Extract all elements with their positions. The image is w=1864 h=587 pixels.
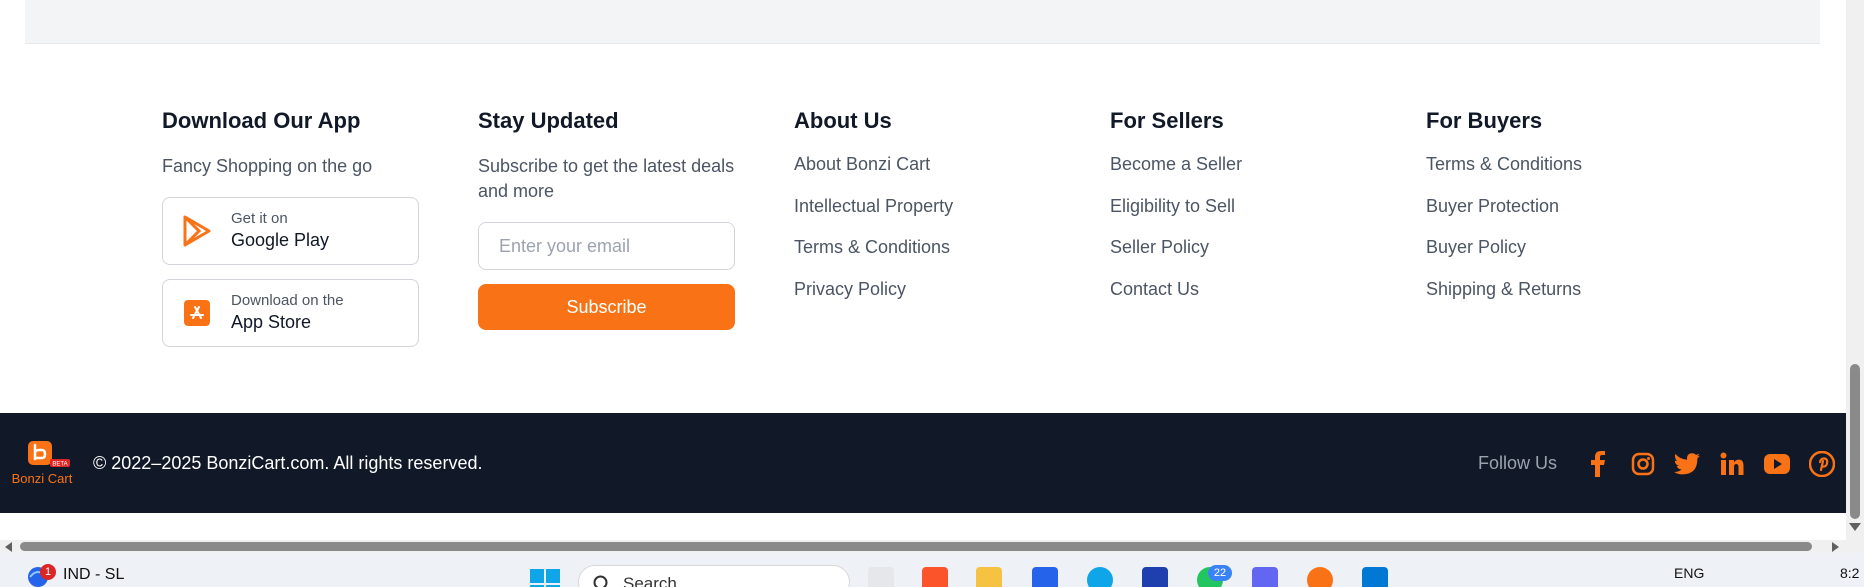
vertical-scrollbar[interactable]	[1846, 0, 1864, 540]
content-strip	[25, 0, 1820, 44]
scroll-down-arrow-icon[interactable]	[1849, 523, 1861, 531]
browser-viewport: Download Our App Fancy Shopping on the g…	[0, 0, 1846, 540]
newsletter-subtitle: Subscribe to get the latest deals and mo…	[478, 156, 735, 201]
instagram-icon[interactable]	[1629, 450, 1657, 478]
link-eligibility[interactable]: Eligibility to Sell	[1110, 196, 1235, 216]
subscribe-button[interactable]: Subscribe	[478, 284, 735, 330]
buyers-title: For Buyers	[1426, 108, 1543, 133]
newsletter-column: Stay Updated Subscribe to get the latest…	[478, 106, 778, 330]
vertical-scroll-thumb[interactable]	[1850, 364, 1860, 519]
facebook-icon[interactable]	[1584, 450, 1612, 478]
link-contact-us[interactable]: Contact Us	[1110, 279, 1199, 299]
search-label: Search	[623, 574, 677, 587]
footer-bottom-bar: BETA Bonzi Cart © 2022–2025 BonziCart.co…	[0, 413, 1846, 513]
download-app-subtitle: Fancy Shopping on the go	[162, 156, 373, 176]
status-text: IND - SL	[63, 566, 125, 583]
link-privacy-policy[interactable]: Privacy Policy	[794, 279, 906, 299]
logo-text: Bonzi Cart	[12, 471, 73, 486]
file-explorer-icon[interactable]	[976, 567, 1002, 587]
horizontal-scroll-thumb[interactable]	[20, 542, 1812, 551]
scroll-right-arrow-icon[interactable]	[1832, 542, 1839, 552]
google-play-button[interactable]: Get it on Google Play	[162, 197, 419, 265]
link-terms-conditions[interactable]: Terms & Conditions	[794, 237, 950, 257]
twitter-icon[interactable]	[1673, 450, 1701, 478]
google-play-small-label: Get it on	[231, 210, 288, 227]
taskbar-search[interactable]: Search	[578, 565, 850, 587]
app-store-label: App Store	[231, 312, 312, 332]
whatsapp-count-badge: 22	[1208, 565, 1232, 581]
link-buyer-protection[interactable]: Buyer Protection	[1426, 196, 1559, 216]
about-column: About Us About Bonzi Cart Intellectual P…	[794, 106, 1094, 318]
scroll-left-arrow-icon[interactable]	[5, 542, 12, 552]
buyers-column: For Buyers Terms & Conditions Buyer Prot…	[1426, 106, 1726, 318]
newsletter-title: Stay Updated	[478, 108, 619, 133]
about-links: About Bonzi Cart Intellectual Property T…	[794, 152, 1094, 318]
link-intellectual-property[interactable]: Intellectual Property	[794, 196, 953, 216]
linkedin-icon[interactable]	[1718, 450, 1746, 478]
buyers-links: Terms & Conditions Buyer Protection Buye…	[1426, 152, 1726, 318]
horizontal-scrollbar[interactable]	[0, 540, 1864, 553]
email-field[interactable]	[478, 222, 735, 270]
sellers-column: For Sellers Become a Seller Eligibility …	[1110, 106, 1410, 318]
microsoft-store-icon[interactable]	[1032, 567, 1058, 587]
link-become-seller[interactable]: Become a Seller	[1110, 154, 1242, 174]
copyright-text: © 2022–2025 BonziCart.com. All rights re…	[93, 453, 483, 473]
google-play-label: Google Play	[231, 230, 330, 250]
logo-badge: BETA	[52, 462, 67, 468]
link-buyer-terms[interactable]: Terms & Conditions	[1426, 154, 1582, 174]
pinterest-icon[interactable]	[1808, 450, 1836, 478]
sellers-title: For Sellers	[1110, 108, 1224, 133]
windows-start-icon[interactable]	[530, 569, 560, 587]
brave-browser-icon[interactable]	[922, 567, 948, 587]
app-store-small-label: Download on the	[231, 292, 344, 309]
vscode-icon[interactable]	[1362, 567, 1388, 587]
link-shipping-returns[interactable]: Shipping & Returns	[1426, 279, 1581, 299]
link-buyer-policy[interactable]: Buyer Policy	[1426, 237, 1526, 257]
search-icon	[593, 575, 608, 587]
app-store-button[interactable]: Download on the App Store	[162, 279, 419, 347]
sellers-links: Become a Seller Eligibility to Sell Sell…	[1110, 152, 1410, 318]
taskbar: 1 IND - SL Search 22 ENG 8:2	[0, 553, 1864, 587]
clock[interactable]: 8:2	[1840, 565, 1859, 581]
app-store-icon	[163, 300, 231, 326]
about-title: About Us	[794, 108, 892, 133]
edge-browser-icon[interactable]	[1087, 567, 1113, 587]
google-play-icon	[163, 215, 231, 247]
teams-icon[interactable]	[1252, 567, 1278, 587]
app-icon[interactable]	[1142, 567, 1168, 587]
youtube-icon[interactable]	[1763, 450, 1791, 478]
language-indicator[interactable]: ENG	[1674, 565, 1704, 581]
postman-icon[interactable]	[1307, 567, 1333, 587]
link-seller-policy[interactable]: Seller Policy	[1110, 237, 1209, 257]
download-app-title: Download Our App	[162, 108, 361, 133]
follow-us-label: Follow Us	[1478, 453, 1558, 473]
page: Download Our App Fancy Shopping on the g…	[0, 0, 1864, 587]
bonzi-cart-logo[interactable]: BETA Bonzi Cart	[10, 441, 74, 491]
download-app-column: Download Our App Fancy Shopping on the g…	[162, 106, 462, 347]
task-view-icon[interactable]	[868, 567, 894, 587]
link-about-bonzi-cart[interactable]: About Bonzi Cart	[794, 154, 930, 174]
notification-badge: 1	[40, 564, 56, 580]
